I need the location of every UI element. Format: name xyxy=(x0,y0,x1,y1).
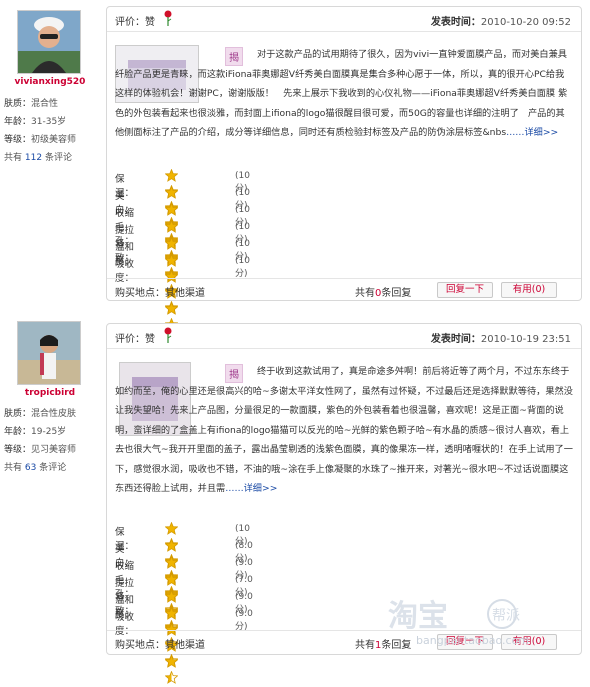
star-icon xyxy=(165,302,178,315)
star-icon xyxy=(165,573,178,586)
star-icon xyxy=(165,556,178,569)
skin-value: 混合性 xyxy=(31,99,59,109)
avatar[interactable] xyxy=(17,10,81,74)
review-count-link[interactable]: 112 xyxy=(25,153,42,163)
star-icon xyxy=(165,539,178,552)
time-value: 2010-10-19 23:51 xyxy=(480,334,571,345)
skin-label: 肤质： xyxy=(4,99,32,109)
more-link[interactable]: ……详细>> xyxy=(225,483,277,494)
review-header: 评价：赞 发表时间：2010-10-20 09:52 xyxy=(107,7,581,32)
rating-label: 评价：赞 xyxy=(115,17,155,28)
rose-icon xyxy=(164,10,172,26)
level-label: 等级： xyxy=(4,445,32,455)
rating-score: (9.0分) xyxy=(235,609,253,632)
review-header: 评价：赞 发表时间：2010-10-19 23:51 xyxy=(107,324,581,349)
star-icon xyxy=(165,254,178,267)
review-body: 终于收到这款试用了，真是命途多舛啊！前后将近等了两个月，不过东东终于如约而至，俺… xyxy=(115,366,573,494)
username[interactable]: tropicbird xyxy=(0,388,100,398)
reply-prefix: 共有 xyxy=(355,640,375,651)
user-info: 肤质：混合性 年龄：31-35岁 等级：初级美容师 共有 112 条评论 xyxy=(4,95,76,167)
watermark-suffix: 帮派 xyxy=(492,608,520,624)
level-value: 见习美容师 xyxy=(31,445,77,455)
time-label: 发表时间： xyxy=(430,334,481,345)
star-icon xyxy=(165,220,178,233)
age-value: 31-35岁 xyxy=(31,117,67,127)
skin-label: 肤质： xyxy=(4,409,32,419)
post-time: 发表时间：2010-10-20 09:52 xyxy=(431,13,571,28)
rating-label: 评价：赞 xyxy=(115,334,155,345)
star-icon xyxy=(165,169,178,182)
review-footer: 购买地点：其他渠道 共有0条回复 回复一下 有用(0) xyxy=(107,278,581,301)
watermark: 淘宝 帮派 bangpai.taobao.com xyxy=(380,590,585,650)
level-value: 初级美容师 xyxy=(31,135,77,145)
useful-button[interactable]: 有用(0) xyxy=(501,282,557,298)
reply-suffix: 条回复 xyxy=(381,288,412,299)
count-suffix: 条评论 xyxy=(44,153,72,163)
post-time: 发表时间：2010-10-19 23:51 xyxy=(431,330,571,345)
watermark-brand: 淘宝 xyxy=(388,599,448,634)
count-suffix: 条评论 xyxy=(39,463,67,473)
buy-place: 购买地点：其他渠道 xyxy=(115,640,205,651)
review-text: 终于收到这款试用了，真是命途多舛啊！前后将近等了两个月，不过东东终于如约而至，俺… xyxy=(115,362,573,499)
review-text: 对于这款产品的试用期待了很久，因为vivi一直钟爱面膜产品，而对美白兼具纤脸产品… xyxy=(115,45,573,143)
time-value: 2010-10-20 09:52 xyxy=(480,17,571,28)
review-count-link[interactable]: 63 xyxy=(25,463,36,473)
review-card: 评价：赞 发表时间：2010-10-20 09:52 揭 对于这款产品的试用期待… xyxy=(106,6,582,331)
star-icon xyxy=(165,607,178,620)
review-body: 对于这款产品的试用期待了很久，因为vivi一直钟爱面膜产品，而对美白兼具纤脸产品… xyxy=(115,49,568,138)
rose-icon xyxy=(164,327,172,343)
count-prefix: 共有 xyxy=(4,463,23,473)
watermark-logo: 淘宝 帮派 bangpai.taobao.com xyxy=(388,599,529,647)
star-icon xyxy=(165,203,178,216)
more-link[interactable]: ……详细>> xyxy=(506,127,558,138)
age-value: 19-25岁 xyxy=(31,427,67,437)
user-info: 肤质：混合性皮肤 年龄：19-25岁 等级：见习美容师 共有 63 条评论 xyxy=(4,405,76,477)
star-icon xyxy=(165,237,178,250)
review-block: vivianxing520 肤质：混合性 年龄：31-35岁 等级：初级美容师 … xyxy=(0,0,590,331)
star-icon xyxy=(165,186,178,199)
star-icon xyxy=(165,522,178,535)
star-icon xyxy=(165,671,178,684)
username[interactable]: vivianxing520 xyxy=(0,77,100,87)
reply-button[interactable]: 回复一下 xyxy=(437,282,493,298)
star-icon xyxy=(165,590,178,603)
count-prefix: 共有 xyxy=(4,153,23,163)
watermark-domain: bangpai.taobao.com xyxy=(416,634,529,647)
reply-count: 共有0条回复 xyxy=(355,284,411,299)
star-icon xyxy=(165,655,178,668)
skin-value: 混合性皮肤 xyxy=(31,409,77,419)
age-label: 年龄： xyxy=(4,117,32,127)
reply-prefix: 共有 xyxy=(355,288,375,299)
rating-score: (10分) xyxy=(235,256,250,279)
buy-place: 购买地点：其他渠道 xyxy=(115,288,205,299)
avatar[interactable] xyxy=(17,321,81,385)
age-label: 年龄： xyxy=(4,427,32,437)
level-label: 等级： xyxy=(4,135,32,145)
time-label: 发表时间： xyxy=(430,17,481,28)
